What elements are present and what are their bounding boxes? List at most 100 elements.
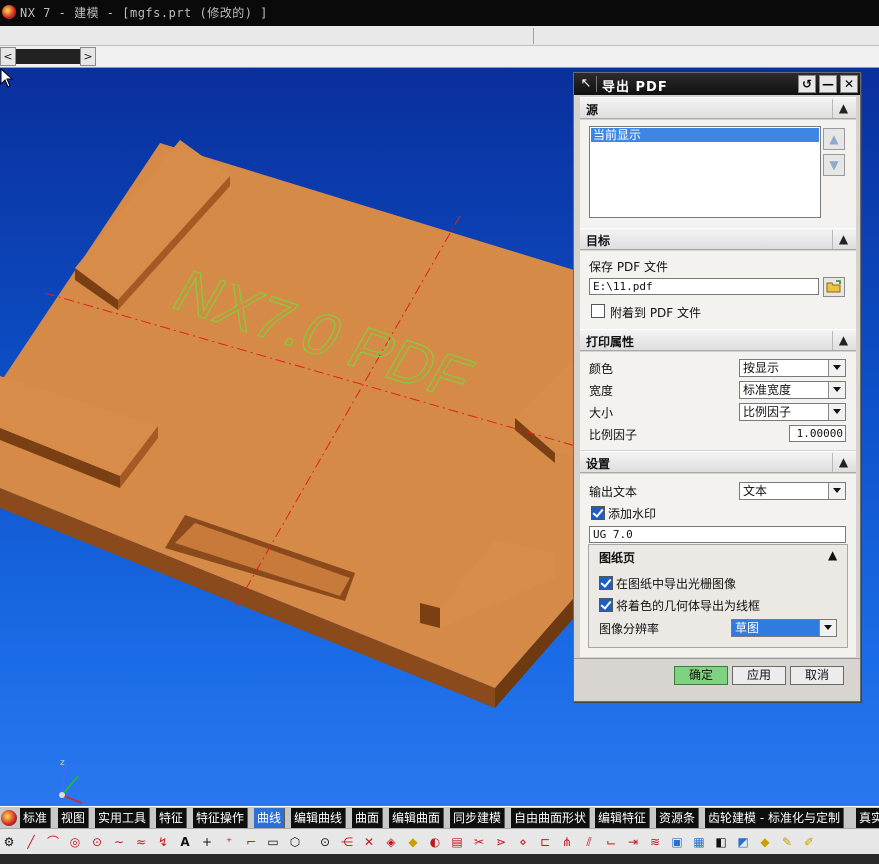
lamp-icon[interactable]: ◆ [756,833,774,851]
extract-icon[interactable]: ✂ [470,833,488,851]
table-icon[interactable]: ▦ [690,833,708,851]
tab-edit-curve[interactable]: 编辑曲线 [291,808,347,828]
scroll-left-button[interactable]: < [0,47,16,66]
scroll-thumb[interactable] [16,49,80,64]
tab-surface[interactable]: 曲面 [352,808,384,828]
collapse-icon[interactable]: ▲ [832,453,854,472]
collapse-icon[interactable]: ▲ [832,99,854,118]
export-wireframe-checkbox[interactable] [599,598,613,612]
tab-resource-bar[interactable]: 资源条 [656,808,700,828]
cancel-button[interactable]: 取消 [790,666,844,685]
composite-icon[interactable]: ⋄ [514,833,532,851]
arc-icon[interactable]: ⌒ [44,833,62,851]
chevron-down-icon[interactable] [828,483,845,499]
edit-icon[interactable]: ▣ [668,833,686,851]
collapse-icon[interactable]: ▲ [832,230,854,249]
tab-edit-feature[interactable]: 编辑特征 [595,808,651,828]
isoparametric-icon[interactable]: ⋗ [492,833,510,851]
dialog-title-bar[interactable]: ↖ 导出 PDF ↺ — ✕ [574,73,860,95]
tab-freeform[interactable]: 自由曲面形状 [511,808,591,828]
section-icon[interactable]: ▤ [448,833,466,851]
scale-factor-label: 比例因子 [589,428,638,442]
file-path-field[interactable]: E:\11.pdf [589,278,819,295]
chevron-down-icon[interactable] [828,360,845,376]
rectangle-icon[interactable]: ▭ [264,833,282,851]
offset-curve-icon[interactable]: ✕ [360,833,378,851]
project-icon[interactable]: ◆ [404,833,422,851]
width-select[interactable]: 标准宽度 [739,381,846,399]
point-icon[interactable]: ⊙ [88,833,106,851]
render-icon[interactable]: ◩ [734,833,752,851]
bridge-icon[interactable]: ◈ [382,833,400,851]
ok-button[interactable]: 确定 [674,666,728,685]
dialog-title: 导出 PDF [602,80,668,95]
append-pdf-checkbox[interactable] [591,304,605,318]
polygon-icon[interactable]: ⬡ [286,833,304,851]
view-icon[interactable]: ◧ [712,833,730,851]
line-icon[interactable]: ╱ [22,833,40,851]
collapse-icon[interactable]: ▲ [832,331,854,350]
light-icon[interactable]: ✎ [778,833,796,851]
source-list[interactable]: 当前显示 [589,126,821,218]
section-settings-header[interactable]: 设置 ▲ [580,451,856,473]
tab-curve[interactable]: 曲线 [254,808,286,828]
tab-gear-modeling[interactable]: 齿轮建模 - 标准化与定制 [705,808,844,828]
fillet-icon[interactable]: ⌐ [242,833,260,851]
pin-icon[interactable]: ↖ [578,76,594,92]
trim-icon[interactable]: ⫽ [580,833,598,851]
corner-icon[interactable]: ⌙ [602,833,620,851]
watermark-text-input[interactable]: UG 7.0 [589,526,846,543]
tab-edit-surface[interactable]: 编辑曲面 [389,808,445,828]
size-select[interactable]: 比例因子 [739,403,846,421]
browse-folder-button[interactable] [823,277,845,297]
color-select[interactable]: 按显示 [739,359,846,377]
section-print-label: 打印属性 [586,335,635,349]
text-icon[interactable]: A [176,833,194,851]
triad-x-axis [61,794,83,804]
tab-utility[interactable]: 实用工具 [95,808,151,828]
gear-icon[interactable]: ⚙ [0,833,18,851]
chevron-down-icon[interactable] [828,404,845,420]
scale-factor-input[interactable]: 1.00000 [789,425,846,442]
add-watermark-checkbox[interactable] [591,506,605,520]
scroll-right-button[interactable]: > [80,47,96,66]
point-set-icon[interactable]: ⁺ [220,833,238,851]
chevron-down-icon[interactable] [828,382,845,398]
helix-icon[interactable]: ≈ [132,833,150,851]
reset-button[interactable]: ↺ [798,75,816,93]
apply-button[interactable]: 应用 [732,666,786,685]
marker-icon[interactable]: ✐ [800,833,818,851]
law-curve-icon[interactable]: ⋲ [338,833,356,851]
image-resolution-select[interactable]: 草图 [731,619,837,637]
smooth-icon[interactable]: ≋ [646,833,664,851]
collapse-icon[interactable]: ▲ [828,548,837,562]
tab-feature[interactable]: 特征 [156,808,188,828]
tab-view[interactable]: 视图 [58,808,90,828]
source-list-item[interactable]: 当前显示 [591,128,819,142]
section-print-header[interactable]: 打印属性 ▲ [580,329,856,351]
export-raster-checkbox[interactable] [599,576,613,590]
intersect-icon[interactable]: ◐ [426,833,444,851]
length-icon[interactable]: ⇥ [624,833,642,851]
output-text-select[interactable]: 文本 [739,482,846,500]
close-button[interactable]: ✕ [840,75,858,93]
cross-icon[interactable]: + [198,833,216,851]
circle-icon[interactable]: ◎ [66,833,84,851]
horizontal-scrollbar[interactable]: < > [0,46,879,68]
tab-feature-ops[interactable]: 特征操作 [193,808,249,828]
section-destination-header[interactable]: 目标 ▲ [580,228,856,250]
split-icon[interactable]: ⋔ [558,833,576,851]
ellipse-icon[interactable]: ⊙ [316,833,334,851]
tab-standard[interactable]: 标准 [20,808,52,828]
curve-icon[interactable]: ↯ [154,833,172,851]
move-up-button[interactable]: ▲ [823,128,845,150]
join-icon[interactable]: ⊏ [536,833,554,851]
size-label: 大小 [589,406,614,420]
minimize-button[interactable]: — [819,75,837,93]
spline-icon[interactable]: ∼ [110,833,128,851]
move-down-button[interactable]: ▼ [823,154,845,176]
tab-real[interactable]: 真实 [856,808,879,828]
chevron-down-icon[interactable] [819,620,836,636]
tab-sync-modeling[interactable]: 同步建模 [450,808,506,828]
section-source-header[interactable]: 源 ▲ [580,97,856,119]
